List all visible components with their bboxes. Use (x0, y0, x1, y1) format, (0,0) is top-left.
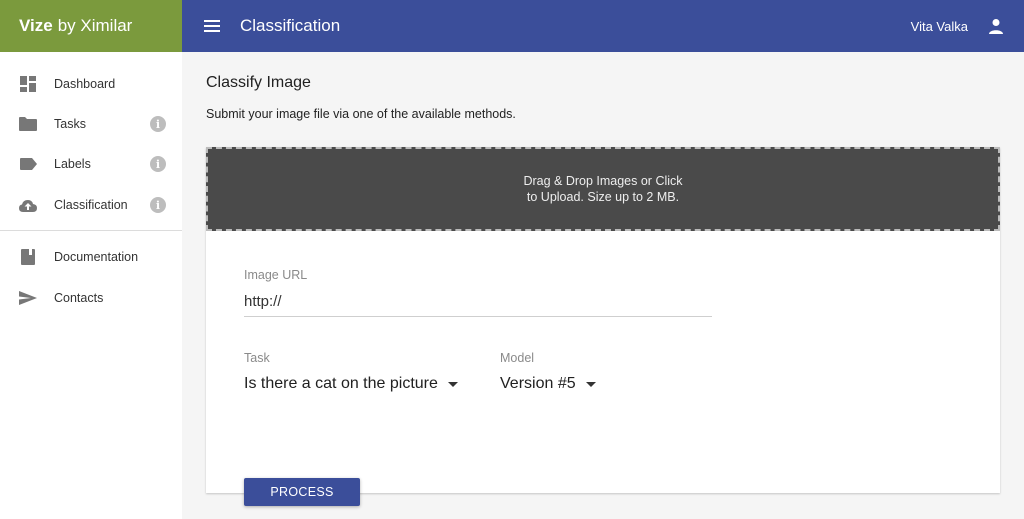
brand-name-rest: by Ximilar (57, 16, 133, 35)
cloud-upload-icon (19, 196, 37, 214)
sidebar-item-tasks[interactable]: Tasks i (0, 105, 182, 143)
model-select[interactable]: Version #5 (500, 373, 596, 395)
process-button[interactable]: PROCESS (244, 478, 360, 506)
dropdown-arrow-icon (585, 381, 596, 387)
image-url-label: Image URL (244, 268, 308, 282)
task-label: Task (244, 351, 270, 365)
model-selected-value: Version #5 (500, 375, 576, 392)
page-header-title: Classification (240, 16, 341, 35)
info-icon[interactable]: i (150, 156, 166, 172)
folder-icon (19, 115, 37, 133)
label-icon (19, 155, 37, 173)
info-icon[interactable]: i (150, 197, 166, 213)
book-icon (19, 248, 37, 266)
sidebar-item-dashboard[interactable]: Dashboard (0, 65, 182, 103)
task-select[interactable]: Is there a cat on the picture (244, 373, 458, 395)
main-content: Classify Image Submit your image file vi… (182, 52, 1024, 519)
sidebar: Dashboard Tasks i Labels i Classificatio… (0, 52, 182, 519)
sidebar-item-documentation[interactable]: Documentation (0, 238, 182, 276)
image-url-input[interactable] (244, 287, 712, 317)
dropdown-arrow-icon (447, 381, 458, 387)
dropzone-line-2: to Upload. Size up to 2 MB. (526, 190, 680, 204)
account-icon[interactable] (986, 16, 1006, 36)
sidebar-item-label: Labels (54, 157, 91, 171)
dashboard-icon (19, 75, 37, 93)
model-label: Model (500, 351, 535, 365)
sidebar-item-label: Classification (54, 198, 128, 212)
sidebar-item-contacts[interactable]: Contacts (0, 279, 182, 317)
dropzone-line-1: Drag & Drop Images or Click (523, 174, 683, 188)
brand-name-bold: Vize (19, 16, 53, 35)
send-icon (19, 289, 37, 307)
sidebar-item-labels[interactable]: Labels i (0, 145, 182, 183)
page-title: Classify Image (206, 74, 311, 91)
classify-card: Drag & Drop Images or Click to Upload. S… (206, 147, 1000, 506)
top-app-bar: Classification Vita Valka (182, 0, 1024, 52)
sidebar-item-label: Contacts (54, 291, 104, 305)
brand-logo[interactable]: Vize by Ximilar (0, 0, 182, 52)
sidebar-item-classification[interactable]: Classification i (0, 186, 182, 224)
task-selected-value: Is there a cat on the picture (244, 375, 438, 392)
sidebar-item-label: Tasks (54, 117, 86, 131)
sidebar-item-label: Dashboard (54, 77, 116, 91)
page-subtitle: Submit your image file via one of the av… (206, 107, 516, 121)
sidebar-divider (0, 230, 182, 231)
menu-icon[interactable] (202, 16, 222, 36)
image-dropzone[interactable]: Drag & Drop Images or Click to Upload. S… (206, 147, 1000, 231)
sidebar-item-label: Documentation (54, 250, 139, 264)
info-icon[interactable]: i (150, 116, 166, 132)
dropzone-text: Drag & Drop Images or Click to Upload. S… (503, 173, 703, 205)
user-name[interactable]: Vita Valka (911, 19, 968, 34)
